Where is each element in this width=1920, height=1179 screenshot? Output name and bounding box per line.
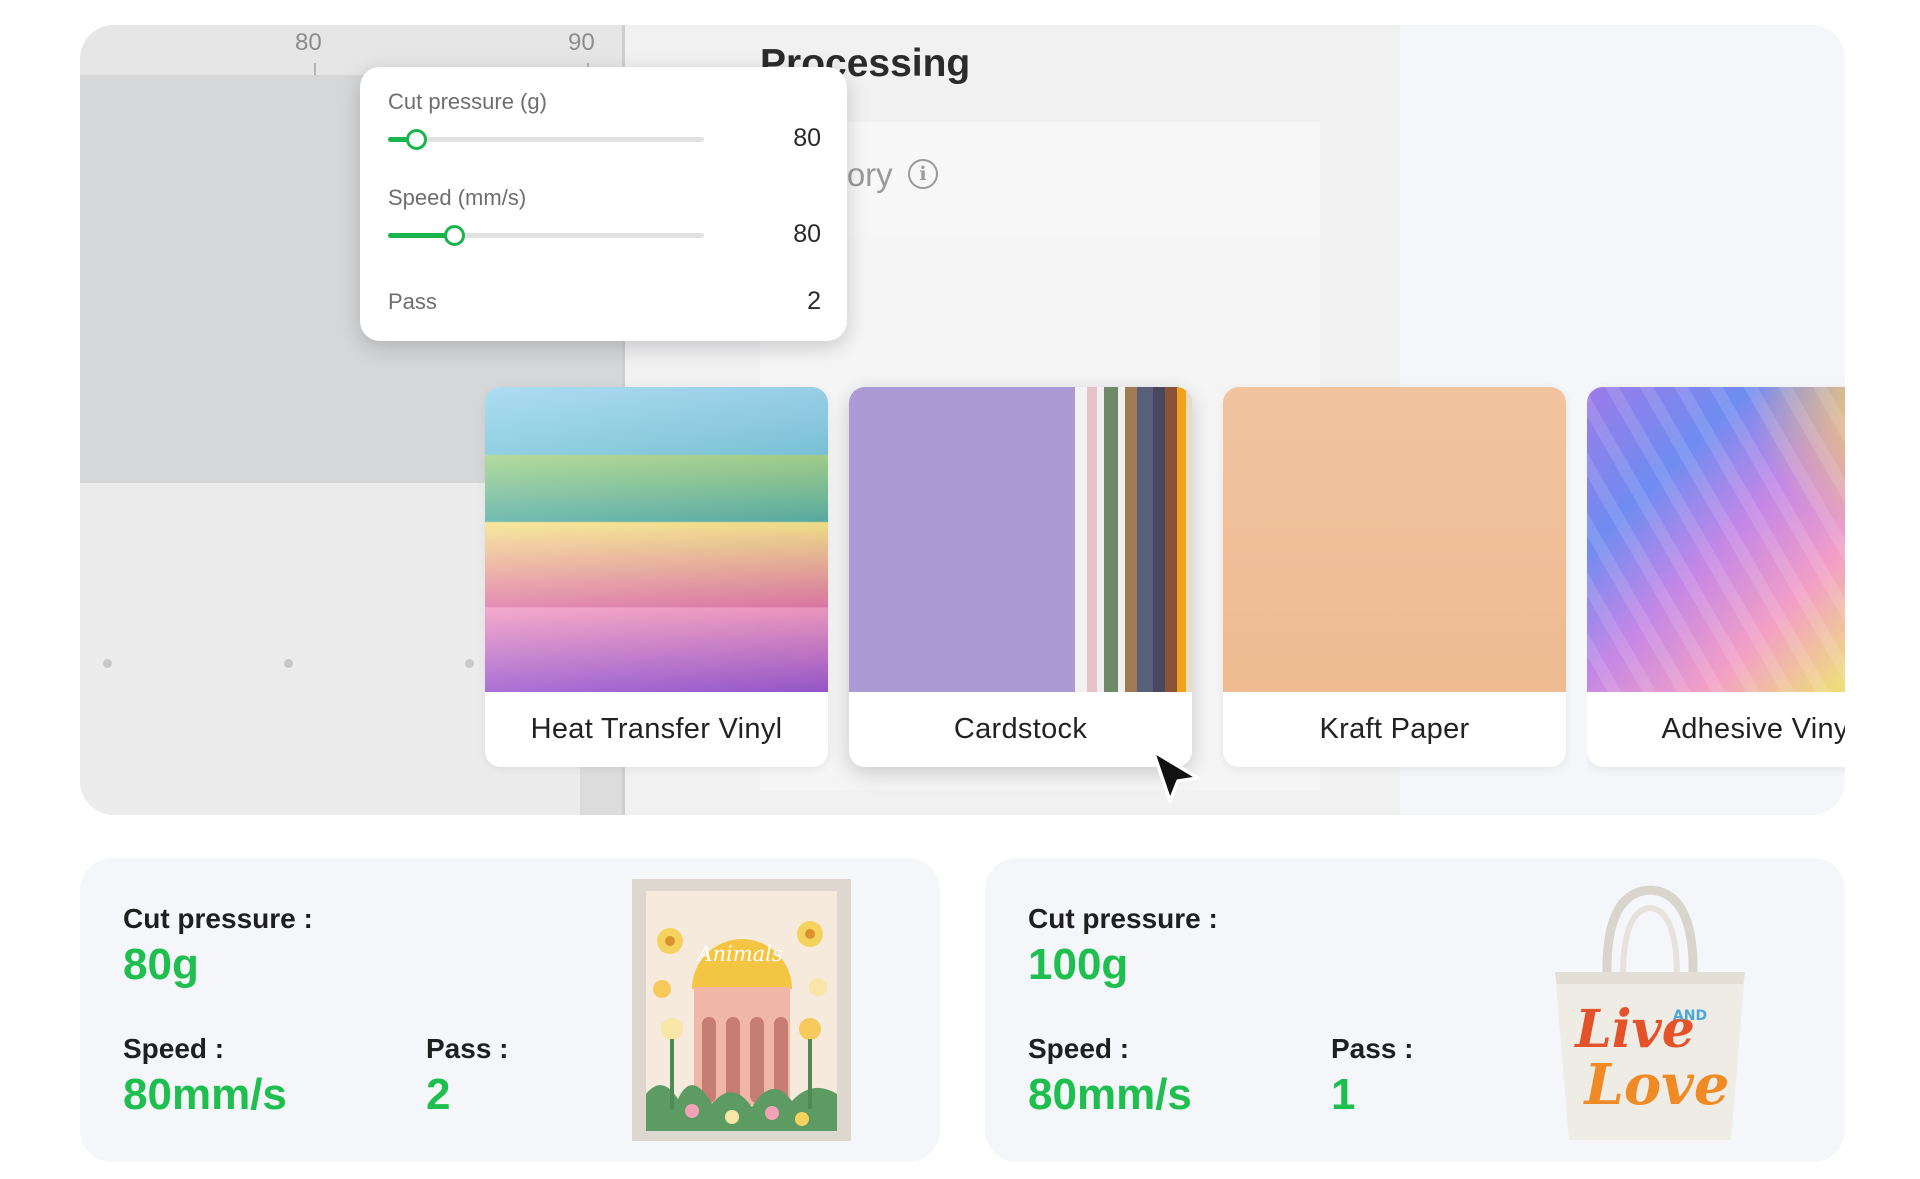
speed-value: 80mm/s [1028,1070,1192,1119]
speed-value: 80 [793,220,821,248]
pass-label: Pass : [426,1033,509,1064]
material-card-heat-transfer-vinyl[interactable]: Heat Transfer Vinyl [485,387,828,767]
pass-label: Pass [388,289,437,314]
material-swatch [485,387,828,692]
material-swatch [1587,387,1845,692]
speed-label: Speed : [1028,1033,1130,1064]
material-label: Heat Transfer Vinyl [530,713,783,745]
grid-dot [284,659,293,668]
carousel-clip: Adhesive Vinyl [1587,380,1845,780]
slider-thumb[interactable] [406,129,428,150]
pass-value: 2 [426,1070,451,1119]
slider-thumb[interactable] [444,225,466,246]
cut-pressure-value: 80 [793,124,821,152]
material-label: Cardstock [953,713,1088,745]
material-card-cardstock[interactable]: Cardstock [849,387,1192,767]
cut-pressure-slider[interactable] [388,129,704,150]
ruler-label-80: 80 [295,29,322,56]
illustration-text: Animals [695,942,783,966]
material-card-adhesive-vinyl[interactable]: Adhesive Vinyl [1587,387,1845,767]
cut-pressure-label: Cut pressure : [123,903,313,934]
tote-bag-image: Live AND Love [1515,872,1785,1154]
cut-pressure-value: 100g [1028,940,1129,989]
pass-value: 1 [1331,1070,1356,1119]
info-icon[interactable]: i [908,159,938,189]
cut-pressure-label: Cut pressure (g) [388,89,547,114]
paper-craft-card-image: Animals [632,879,851,1141]
speed-label: Speed (mm/s) [388,185,527,210]
speed-label: Speed : [123,1033,225,1064]
grid-dot [103,659,112,668]
pass-label: Pass : [1331,1033,1414,1064]
mouse-pointer-icon [1151,749,1200,803]
illustration-text: Love [1583,1052,1730,1118]
material-label: Kraft Paper [1319,713,1470,745]
grid-dot [465,659,474,668]
ruler-tick [314,63,316,75]
material-swatch [1223,387,1566,692]
illustration-text: AND [1673,1008,1707,1024]
cut-pressure-value: 80g [123,940,199,989]
material-swatch [849,387,1192,692]
preset-card-cardstock: Cut pressure : 80g Speed : 80mm/s Pass :… [80,858,940,1162]
speed-value: 80mm/s [123,1070,287,1119]
preset-card-heat-transfer-vinyl: Cut pressure : 100g Speed : 80mm/s Pass … [985,858,1845,1162]
material-card-kraft-paper[interactable]: Kraft Paper [1223,387,1566,767]
cut-pressure-label: Cut pressure : [1028,903,1218,934]
material-label: Adhesive Vinyl [1661,713,1845,745]
cut-settings-popup: Cut pressure (g) 80 Speed (mm/s) 80 Pass… [360,67,847,341]
ruler-label-90: 90 [568,29,595,56]
pass-value: 2 [807,287,821,315]
speed-slider[interactable] [388,225,704,246]
